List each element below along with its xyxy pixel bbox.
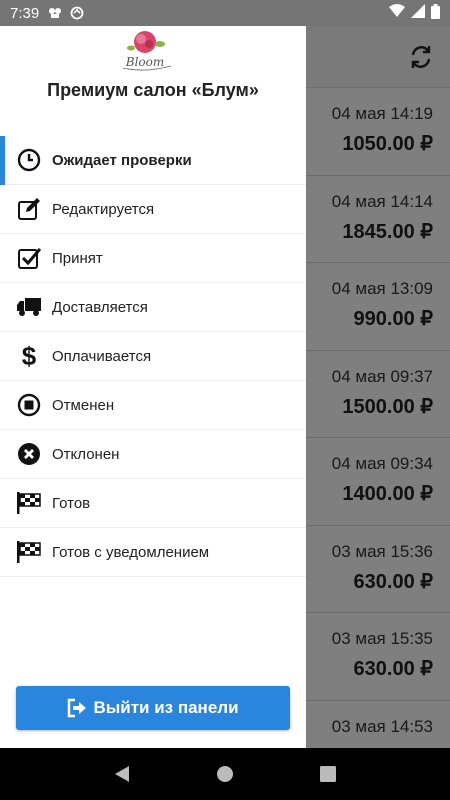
edit-icon: [16, 196, 42, 222]
wifi-icon: [389, 4, 405, 22]
menu-item-awaiting-review[interactable]: Ожидает проверки: [0, 136, 306, 185]
menu-item-rejected[interactable]: Отклонен: [0, 430, 306, 479]
home-icon[interactable]: [210, 759, 240, 789]
navigation-drawer: Bloom Премиум салон «Блум» Ожидает прове…: [0, 26, 306, 748]
flower-notification-icon: [47, 5, 63, 21]
menu-item-label: Отклонен: [52, 445, 120, 463]
menu-item-paying[interactable]: $ Оплачивается: [0, 332, 306, 381]
menu-item-editing[interactable]: Редактируется: [0, 185, 306, 234]
recents-icon[interactable]: [313, 759, 343, 789]
logout-label: Выйти из панели: [93, 698, 239, 717]
menu-item-label: Готов с уведомлением: [52, 543, 210, 561]
checkbox-icon: [16, 245, 42, 271]
battery-icon: [431, 3, 440, 23]
menu-item-label: Оплачивается: [52, 347, 152, 365]
menu-item-label: Редактируется: [52, 200, 155, 218]
salon-logo: Bloom: [105, 26, 185, 74]
menu-item-label: Ожидает проверки: [52, 151, 192, 169]
menu-item-label: Доставляется: [52, 298, 148, 316]
menu-item-label: Принят: [52, 249, 103, 267]
sync-notification-icon: [69, 5, 85, 21]
menu-item-cancelled[interactable]: Отменен: [0, 381, 306, 430]
menu-item-delivering[interactable]: Доставляется: [0, 283, 306, 332]
truck-icon: [16, 294, 42, 320]
checkered-flag-icon: [16, 539, 42, 565]
system-nav-bar: [0, 748, 450, 800]
svg-text:$: $: [22, 343, 37, 369]
status-bar: 7:39: [0, 0, 450, 26]
menu-item-label: Отменен: [52, 396, 115, 414]
menu-item-accepted[interactable]: Принят: [0, 234, 306, 283]
svg-text:Bloom: Bloom: [125, 55, 164, 69]
stop-circle-icon: [16, 392, 42, 418]
status-time: 7:39: [10, 4, 40, 22]
back-icon[interactable]: [107, 759, 137, 789]
menu-item-ready-notified[interactable]: Готов с уведомлением: [0, 528, 306, 577]
status-menu: Ожидает проверки Редактируется Принят До…: [0, 136, 306, 577]
checkered-flag-icon: [16, 490, 42, 516]
logout-button[interactable]: Выйти из панели: [16, 686, 290, 730]
menu-item-ready[interactable]: Готов: [0, 479, 306, 528]
clock-icon: [16, 147, 42, 173]
x-circle-icon: [16, 441, 42, 467]
salon-name: Премиум салон «Блум»: [47, 80, 259, 100]
sign-out-icon: [67, 698, 87, 718]
signal-icon: [411, 4, 425, 22]
dollar-icon: $: [16, 343, 42, 369]
menu-item-label: Готов: [52, 494, 91, 512]
